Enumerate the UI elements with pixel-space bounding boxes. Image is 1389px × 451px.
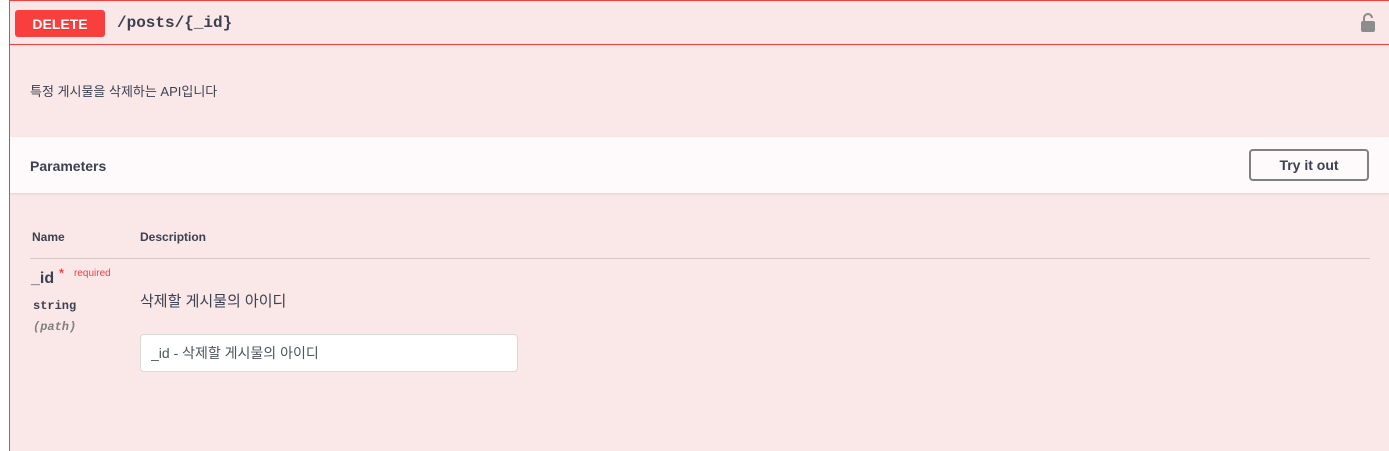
column-header-description: Description: [140, 230, 207, 244]
table-divider: [30, 258, 1370, 259]
operation-path: /posts/{_id}: [117, 14, 233, 32]
try-it-out-button[interactable]: Try it out: [1249, 149, 1369, 181]
parameter-type: string: [33, 299, 77, 313]
lock-icon[interactable]: [1359, 12, 1377, 34]
opblock-delete: DELETE /posts/{_id} 특정 게시물을 삭제하는 API입니다 …: [9, 0, 1389, 451]
parameter-name: _id *: [31, 266, 64, 288]
parameter-id-input[interactable]: [140, 334, 518, 372]
method-badge: DELETE: [15, 10, 105, 37]
parameter-name-text: _id: [31, 270, 55, 287]
required-star: *: [59, 266, 64, 280]
parameters-title: Parameters: [30, 158, 107, 174]
required-label: required: [74, 268, 111, 279]
operation-summary[interactable]: DELETE /posts/{_id}: [10, 1, 1389, 45]
column-header-name: Name: [32, 230, 65, 244]
operation-description: 특정 게시물을 삭제하는 API입니다: [30, 84, 218, 99]
parameter-description: 삭제할 게시물의 아이디: [140, 293, 287, 310]
parameter-location: (path): [33, 320, 77, 334]
parameters-header: Parameters Try it out: [10, 137, 1389, 193]
